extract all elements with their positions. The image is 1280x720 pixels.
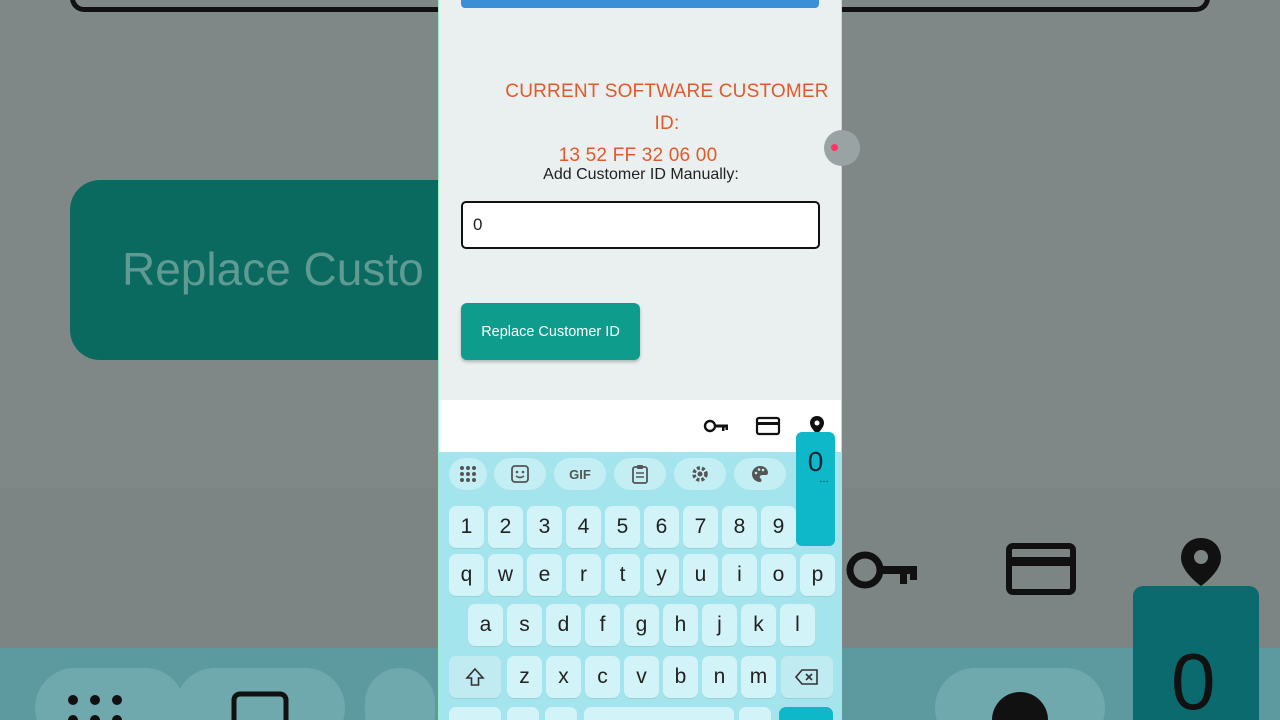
background-sticker-icon — [231, 691, 289, 720]
key-h[interactable]: h — [663, 604, 698, 646]
key-p[interactable]: p — [800, 554, 835, 596]
keyboard-suggestion-strip — [439, 400, 841, 452]
key-u[interactable]: u — [683, 554, 718, 596]
key-r[interactable]: r — [566, 554, 601, 596]
keyboard-grid-button[interactable] — [449, 458, 487, 490]
replace-customer-id-button[interactable]: Replace Customer ID — [461, 303, 640, 360]
payment-card-icon[interactable] — [755, 415, 781, 437]
background-key-icon — [846, 551, 917, 589]
password-key-icon[interactable] — [703, 415, 729, 437]
key-d[interactable]: d — [546, 604, 581, 646]
key-preview-char: 0 — [807, 446, 824, 477]
backspace-icon — [795, 669, 818, 685]
shift-key[interactable] — [449, 656, 501, 698]
enter-key[interactable] — [779, 707, 833, 720]
floating-record-button[interactable] — [824, 130, 860, 166]
space-key[interactable] — [584, 707, 734, 720]
background-card-icon — [1006, 543, 1076, 595]
key-9[interactable]: 9 — [761, 506, 796, 548]
key-j[interactable]: j — [702, 604, 737, 646]
gif-button[interactable]: GIF — [554, 458, 606, 490]
emoji-key[interactable] — [507, 707, 539, 720]
key-i[interactable]: i — [722, 554, 757, 596]
background-palette-icon — [992, 692, 1048, 720]
key-7[interactable]: 7 — [683, 506, 718, 548]
key-l[interactable]: l — [780, 604, 815, 646]
key-b[interactable]: b — [663, 656, 698, 698]
period-key[interactable] — [739, 707, 771, 720]
key-n[interactable]: n — [702, 656, 737, 698]
key-5[interactable]: 5 — [605, 506, 640, 548]
key-2[interactable]: 2 — [488, 506, 523, 548]
key-3[interactable]: 3 — [527, 506, 562, 548]
clipboard-icon — [632, 465, 648, 484]
key-e[interactable]: e — [527, 554, 562, 596]
key-y[interactable]: y — [644, 554, 679, 596]
customer-id-input[interactable] — [461, 201, 820, 249]
keyboard: GIF 123456789 qwertyuiop asdfghjkl z x c… — [439, 452, 841, 720]
backspace-key[interactable] — [781, 656, 833, 698]
settings-icon — [692, 466, 708, 482]
key-x[interactable]: x — [546, 656, 581, 698]
background-grid-icon — [68, 695, 122, 720]
background-replace-label: Replace Custo — [122, 243, 424, 295]
grid-icon — [460, 466, 476, 482]
current-id-label: CURRENT SOFTWARE CUSTOMER ID: — [505, 81, 829, 134]
key-f[interactable]: f — [585, 604, 620, 646]
sticker-button[interactable] — [494, 458, 546, 490]
key-w[interactable]: w — [488, 554, 523, 596]
shift-icon — [465, 667, 485, 686]
clipboard-button[interactable] — [614, 458, 666, 490]
key-1[interactable]: 1 — [449, 506, 484, 548]
key-4[interactable]: 4 — [566, 506, 601, 548]
background-location-icon — [1181, 538, 1221, 586]
sticker-icon — [511, 465, 529, 483]
key-m[interactable]: m — [741, 656, 776, 698]
top-blue-button[interactable] — [461, 0, 819, 8]
current-customer-id: CURRENT SOFTWARE CUSTOMER ID: 13 52 FF 3… — [439, 76, 841, 172]
key-s[interactable]: s — [507, 604, 542, 646]
background-popup: 0 — [1133, 586, 1259, 720]
key-preview-popup: 0 … — [796, 432, 835, 546]
background-popup-char: 0 — [1171, 637, 1216, 720]
key-q[interactable]: q — [449, 554, 484, 596]
comma-key[interactable] — [545, 707, 577, 720]
key-preview-more-hint: … — [819, 474, 829, 485]
palette-icon — [752, 466, 768, 482]
key-6[interactable]: 6 — [644, 506, 679, 548]
settings-button[interactable] — [674, 458, 726, 490]
key-a[interactable]: a — [468, 604, 503, 646]
key-8[interactable]: 8 — [722, 506, 757, 548]
key-v[interactable]: v — [624, 656, 659, 698]
key-c[interactable]: c — [585, 656, 620, 698]
key-o[interactable]: o — [761, 554, 796, 596]
symbols-key[interactable] — [449, 707, 501, 720]
key-z[interactable]: z — [507, 656, 542, 698]
key-t[interactable]: t — [605, 554, 640, 596]
key-k[interactable]: k — [741, 604, 776, 646]
theme-button[interactable] — [734, 458, 786, 490]
background-replace-button: Replace Custo — [70, 180, 490, 360]
add-customer-id-label: Add Customer ID Manually: — [543, 166, 739, 183]
phone-screen: CURRENT SOFTWARE CUSTOMER ID: 13 52 FF 3… — [438, 0, 842, 720]
key-g[interactable]: g — [624, 604, 659, 646]
